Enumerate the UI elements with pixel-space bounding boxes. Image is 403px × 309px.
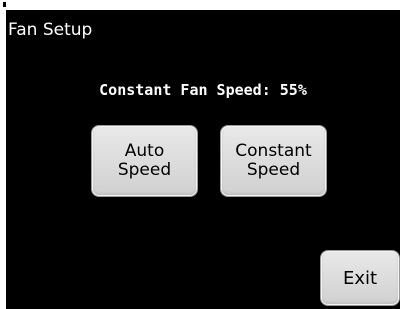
exit-button[interactable]: Exit — [320, 250, 400, 306]
constant-speed-button-label: Constant Speed — [235, 142, 311, 180]
constant-speed-label-line-2: Speed — [246, 160, 301, 180]
top-edge-mark — [3, 2, 6, 7]
constant-speed-button[interactable]: Constant Speed — [220, 125, 327, 197]
auto-speed-label-line-2: Speed — [117, 160, 172, 180]
fan-setup-screen: Fan Setup Constant Fan Speed: 55% Auto S… — [6, 10, 400, 309]
auto-speed-button[interactable]: Auto Speed — [91, 125, 198, 197]
exit-button-label: Exit — [342, 267, 378, 289]
constant-speed-label-line-1: Constant — [235, 141, 312, 161]
fan-speed-status: Constant Fan Speed: 55% — [99, 81, 307, 99]
auto-speed-button-label: Auto Speed — [118, 142, 171, 180]
page-title: Fan Setup — [8, 20, 93, 40]
auto-speed-label-line-1: Auto — [124, 141, 165, 161]
